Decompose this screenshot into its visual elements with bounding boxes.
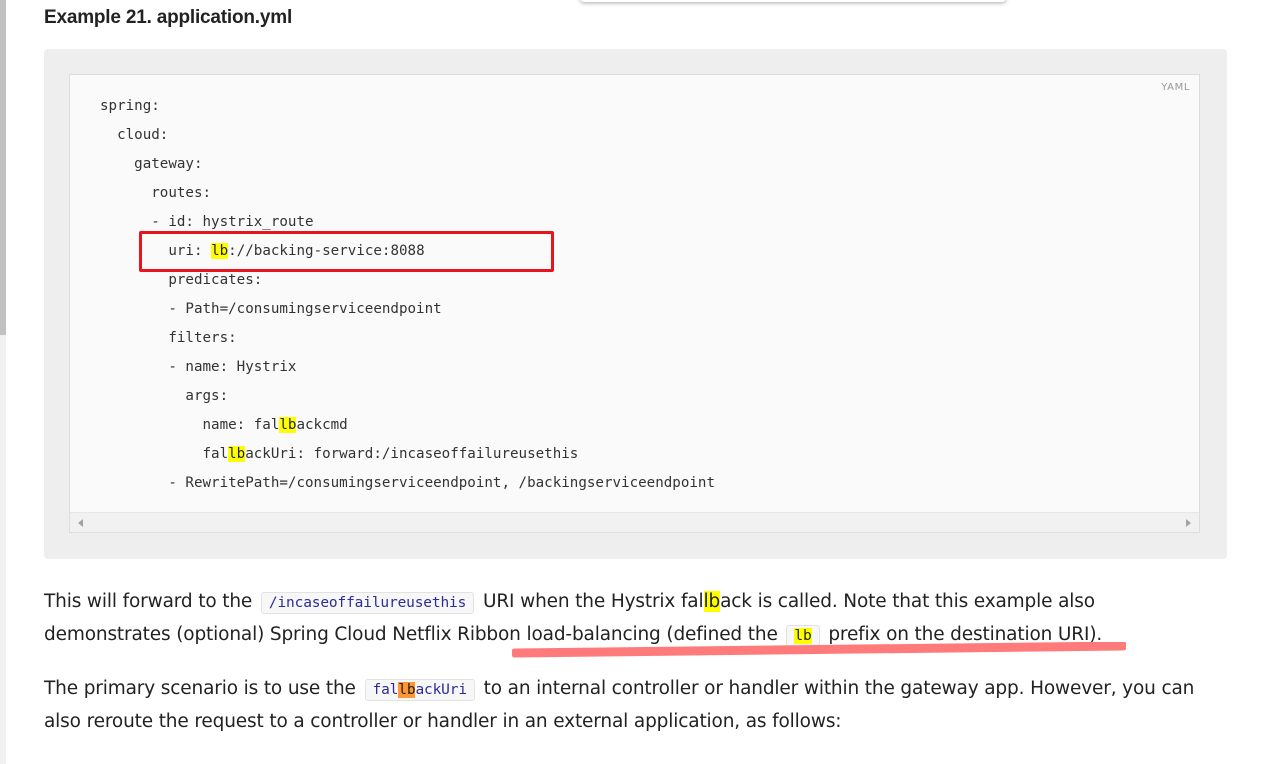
example-title: Example 21. application.yml xyxy=(44,7,293,28)
code-token: name: fal xyxy=(202,417,280,433)
paragraph-forwarding: This will forward to the /incaseoffailur… xyxy=(44,586,1224,652)
code-token: ackUri: forward:/incaseoffailureusethis xyxy=(245,446,579,462)
example-block: YAML spring: cloud: gateway: routes: - i… xyxy=(44,49,1227,559)
code-token: args: xyxy=(185,388,229,404)
inline-code-part: fal xyxy=(372,682,399,698)
search-highlight: lb xyxy=(228,446,246,462)
code-token: gateway: xyxy=(134,156,203,172)
page-scrollbar[interactable] xyxy=(0,0,6,764)
code-line: - Path=/consumingserviceendpoint xyxy=(100,295,715,324)
code-token: - Path=/consumingserviceendpoint xyxy=(168,301,442,317)
code-token: filters: xyxy=(168,330,237,346)
inline-code-part: ackUri xyxy=(415,682,467,698)
scroll-right-arrow-icon[interactable] xyxy=(1186,519,1191,527)
code-token: - id: hystrix_route xyxy=(151,214,314,230)
code-token: - name: Hystrix xyxy=(168,359,297,375)
code-line: spring: xyxy=(100,92,715,121)
code-line: name: fallbackcmd xyxy=(100,411,715,440)
search-highlight: lb xyxy=(279,417,297,433)
code-language-label: YAML xyxy=(1161,82,1190,93)
inline-code-lb: lb xyxy=(786,625,820,647)
code-line: - RewritePath=/consumingserviceendpoint,… xyxy=(100,469,715,498)
annotation-box-uri-line xyxy=(139,231,554,272)
code-horizontal-scrollbar[interactable] xyxy=(70,512,1199,532)
code-line: filters: xyxy=(100,324,715,353)
search-highlight: lb xyxy=(794,628,812,644)
code-block: YAML spring: cloud: gateway: routes: - i… xyxy=(69,74,1200,533)
code-token: spring: xyxy=(100,98,160,114)
code-token: fal xyxy=(202,446,229,462)
inline-code-fallback-path: /incaseoffailureusethis xyxy=(260,592,475,614)
floating-panel-edge xyxy=(580,0,1006,2)
page-scrollbar-thumb[interactable] xyxy=(0,0,6,335)
paragraph1-text-b: URI when the Hystrix fal xyxy=(482,591,704,612)
scroll-left-arrow-icon[interactable] xyxy=(78,519,83,527)
paragraph-scenario: The primary scenario is to use the fallb… xyxy=(44,673,1224,737)
code-line: routes: xyxy=(100,179,715,208)
paragraph1-text-d: prefix on the destination URI). xyxy=(828,624,1103,645)
code-token: cloud: xyxy=(117,127,169,143)
code-token: routes: xyxy=(151,185,212,201)
inline-code-fallback-uri: fallbackUri xyxy=(364,679,475,701)
code-token: - RewritePath=/consumingserviceendpoint,… xyxy=(168,475,716,491)
code-line: cloud: xyxy=(100,121,715,150)
code-line: gateway: xyxy=(100,150,715,179)
code-token: ackcmd xyxy=(296,417,348,433)
search-highlight: lb xyxy=(703,591,721,612)
paragraph2-text-a: The primary scenario is to use the xyxy=(44,678,356,699)
code-lines: spring: cloud: gateway: routes: - id: hy… xyxy=(100,92,715,498)
code-line: args: xyxy=(100,382,715,411)
paragraph1-text-a: This will forward to the xyxy=(44,591,253,612)
code-token: predicates: xyxy=(168,272,263,288)
code-line: fallbackUri: forward:/incaseoffailureuse… xyxy=(100,440,715,469)
current-search-match: lb xyxy=(398,682,416,698)
code-line: - name: Hystrix xyxy=(100,353,715,382)
